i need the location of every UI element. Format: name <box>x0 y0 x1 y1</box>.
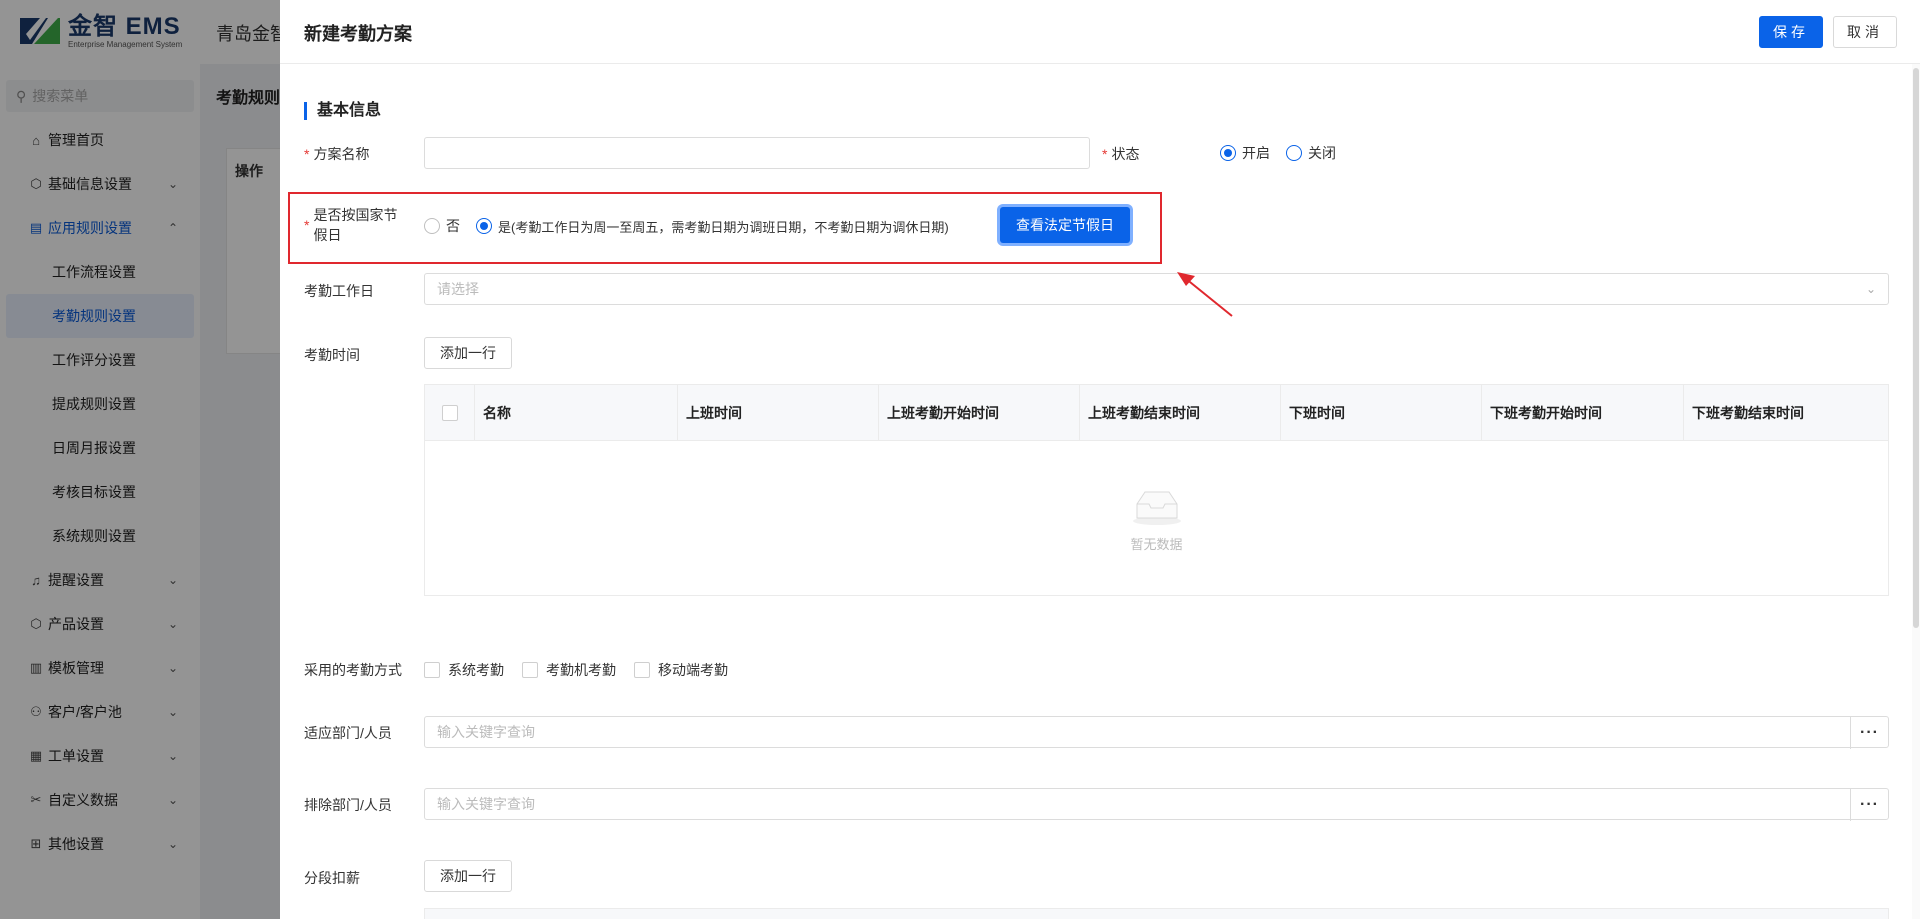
drawer-header: 新建考勤方案 保存 取消 <box>280 0 1920 64</box>
save-button[interactable]: 保存 <box>1759 16 1823 48</box>
section-title-basic: 基本信息 <box>304 102 381 120</box>
plan-name-input[interactable] <box>424 137 1090 169</box>
salary-deduction-label: 分段扣薪 <box>304 870 360 886</box>
column-header: 名称 <box>475 385 678 441</box>
plan-name-label: * 方案名称 <box>304 146 370 162</box>
salary-table-header <box>424 908 1889 919</box>
dept-placeholder: 输入关键字查询 <box>437 724 535 740</box>
holiday-no-radio[interactable]: 否 <box>424 216 460 236</box>
dept-search-input[interactable]: 输入关键字查询 ··· <box>424 716 1889 749</box>
table-header: 名称 上班时间 上班考勤开始时间 上班考勤结束时间 下班时间 下班考勤开始时间 … <box>425 385 1888 441</box>
exclude-label: 排除部门/人员 <box>304 797 392 813</box>
attendance-time-label: 考勤时间 <box>304 347 360 363</box>
new-attendance-plan-drawer: 新建考勤方案 保存 取消 基本信息 * 方案名称 * 状态 开启 关闭 * 是否按国家… <box>280 0 1920 919</box>
drawer-title: 新建考勤方案 <box>304 24 412 44</box>
empty-state: 暂无数据 <box>425 441 1888 597</box>
empty-text: 暂无数据 <box>1130 536 1183 552</box>
select-all-checkbox[interactable] <box>425 385 475 441</box>
method-label: 采用的考勤方式 <box>304 662 402 678</box>
column-header: 下班考勤开始时间 <box>1482 385 1684 441</box>
dept-label: 适应部门/人员 <box>304 725 392 741</box>
column-header: 上班考勤结束时间 <box>1080 385 1281 441</box>
method-machine-checkbox[interactable]: 考勤机考勤 <box>522 660 616 680</box>
holiday-yes-radio[interactable]: 是(考勤工作日为周一至周五，需考勤日期为调班日期，不考勤日期为调休日期) <box>476 217 949 236</box>
workday-placeholder: 请选择 <box>437 281 479 297</box>
add-salary-row-button[interactable]: 添加一行 <box>424 860 512 892</box>
workday-label: 考勤工作日 <box>304 283 374 299</box>
column-header: 上班时间 <box>678 385 879 441</box>
holiday-radio-group: 否 是(考勤工作日为周一至周五，需考勤日期为调班日期，不考勤日期为调休日期) <box>424 216 965 236</box>
attendance-time-table: 名称 上班时间 上班考勤开始时间 上班考勤结束时间 下班时间 下班考勤开始时间 … <box>424 384 1889 596</box>
status-off-radio[interactable]: 关闭 <box>1286 143 1336 163</box>
chevron-down-icon: ⌄ <box>1865 282 1876 296</box>
holiday-label: * 是否按国家节假日 <box>304 207 398 243</box>
add-time-row-button[interactable]: 添加一行 <box>424 337 512 369</box>
status-radio-group: 开启 关闭 <box>1220 143 1352 163</box>
method-mobile-checkbox[interactable]: 移动端考勤 <box>634 660 728 680</box>
method-system-checkbox[interactable]: 系统考勤 <box>424 660 504 680</box>
scrollbar-thumb[interactable] <box>1913 68 1919 628</box>
column-header: 下班考勤结束时间 <box>1692 405 1804 421</box>
status-label: * 状态 <box>1102 146 1140 162</box>
empty-inbox-icon <box>1132 491 1181 525</box>
exclude-search-input[interactable]: 输入关键字查询 ··· <box>424 788 1889 821</box>
method-checkbox-group: 系统考勤 考勤机考勤 移动端考勤 <box>424 660 746 680</box>
workday-select[interactable]: 请选择 ⌄ <box>424 273 1889 305</box>
status-on-radio[interactable]: 开启 <box>1220 143 1270 163</box>
exclude-placeholder: 输入关键字查询 <box>437 796 535 812</box>
column-header: 上班考勤开始时间 <box>879 385 1080 441</box>
dept-more-button[interactable]: ··· <box>1850 717 1888 749</box>
column-header: 下班时间 <box>1281 385 1482 441</box>
view-holidays-button[interactable]: 查看法定节假日 <box>1000 207 1130 243</box>
cancel-button[interactable]: 取消 <box>1833 16 1897 48</box>
exclude-more-button[interactable]: ··· <box>1850 789 1888 821</box>
